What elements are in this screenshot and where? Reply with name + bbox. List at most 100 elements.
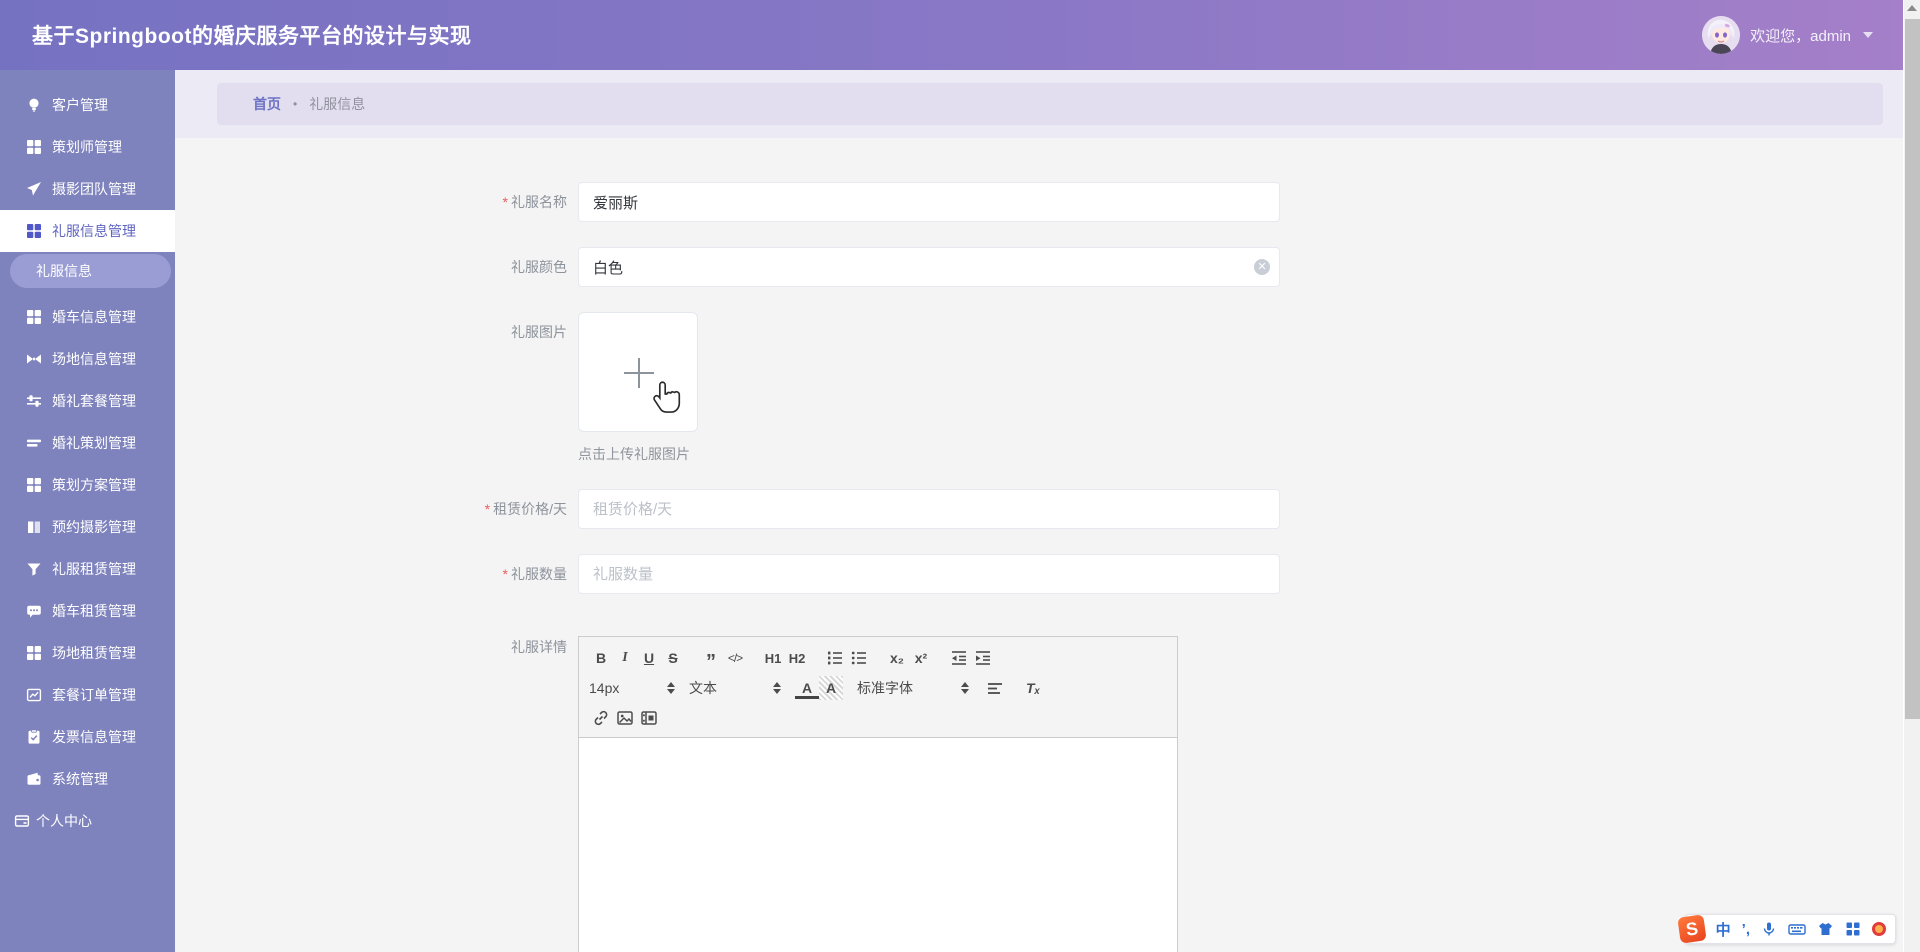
breadcrumb-current: 礼服信息 [309,96,366,112]
italic-button[interactable]: I [613,646,637,670]
form-row-dress-image: 礼服图片 点击上传礼服图片 [175,312,1903,464]
welcome-text: 欢迎您，admin [1750,27,1851,45]
dress-name-input[interactable] [578,182,1280,222]
editor-content-area[interactable] [579,738,1177,952]
sidebar-item-label: 婚礼套餐管理 [52,393,136,409]
clear-format-button[interactable]: Tₓ [1021,676,1045,700]
code-block-button[interactable]: </> [723,646,747,670]
subscript-button[interactable]: x₂ [885,646,909,670]
sliders-icon [26,393,42,409]
list-lines-icon [26,435,42,451]
sidebar-item-wedding-car-info-mgmt[interactable]: 婚车信息管理 [0,296,175,338]
sidebar-item-label: 策划师管理 [52,139,122,155]
scrollbar-up-arrow-icon[interactable] [1907,5,1917,11]
keyboard-icon[interactable] [1788,921,1806,937]
sidebar-item-label: 套餐订单管理 [52,687,136,703]
form-row-dress-quantity: * 礼服数量 [175,554,1903,594]
sidebar-item-label: 婚礼策划管理 [52,435,136,451]
ordered-list-button[interactable] [823,646,847,670]
field-label: 礼服详情 [511,639,567,655]
ime-punctuation-button[interactable]: ’, [1742,921,1750,938]
font-family-picker[interactable]: 标准字体 [857,676,969,700]
align-button[interactable] [983,676,1007,700]
form-row-rental-price: * 租赁价格/天 [175,489,1903,529]
sidebar-item-invoice-info-mgmt[interactable]: 发票信息管理 [0,716,175,758]
sidebar-item-customer-mgmt[interactable]: 客户管理 [0,84,175,126]
font-size-picker[interactable]: 14px [589,676,675,700]
sidebar-item-system-mgmt[interactable]: 系统管理 [0,758,175,800]
ime-settings-icon[interactable] [1872,922,1886,936]
clear-input-icon[interactable]: ✕ [1254,259,1270,275]
sidebar-item-planning-scheme-mgmt[interactable]: 策划方案管理 [0,464,175,506]
sidebar-subitem-dress-info[interactable]: 礼服信息 [10,254,171,288]
window-scrollbar[interactable] [1903,0,1920,952]
sidebar-item-dress-rental-mgmt[interactable]: 礼服租赁管理 [0,548,175,590]
bulb-icon [26,97,42,113]
font-color-button[interactable]: A [795,679,819,699]
strikethrough-button[interactable]: S [661,646,685,670]
grid-icon [26,645,42,661]
header2-button[interactable]: H2 [785,646,809,670]
clipboard-icon [26,729,42,745]
sidebar-item-dress-info-mgmt[interactable]: 礼服信息管理 [0,210,175,252]
field-label: * 礼服数量 [502,566,567,582]
app-header: 基于Springboot的婚庆服务平台的设计与实现 欢迎您，admin [0,0,1903,70]
book-icon [26,519,42,535]
sidebar-item-venue-rental-mgmt[interactable]: 场地租赁管理 [0,632,175,674]
sidebar-item-wedding-package-mgmt[interactable]: 婚礼套餐管理 [0,380,175,422]
sidebar-subitem-label: 礼服信息 [36,263,92,279]
ime-chinese-mode-button[interactable]: 中 [1716,919,1731,940]
sidebar-item-label: 发票信息管理 [52,729,136,745]
breadcrumb-home-link[interactable]: 首页 [253,94,281,114]
sidebar-item-planner-mgmt[interactable]: 策划师管理 [0,126,175,168]
user-menu[interactable]: 欢迎您，admin [1702,16,1873,54]
header1-button[interactable]: H1 [761,646,785,670]
insert-link-button[interactable] [589,706,613,730]
underline-button[interactable]: U [637,646,661,670]
outdent-button[interactable] [947,646,971,670]
dress-quantity-input[interactable] [578,554,1280,594]
funnel-icon [26,561,42,577]
required-mark: * [502,194,508,210]
rental-price-input[interactable] [578,489,1280,529]
microphone-icon[interactable] [1761,921,1777,937]
insert-image-button[interactable] [613,706,637,730]
form-row-dress-name: * 礼服名称 [175,182,1903,222]
breadcrumb-separator: • [293,97,298,111]
dress-info-form: *礼服名称 礼服颜色 ✕ 礼服图片 点击上传礼服图片 [175,138,1903,952]
bullet-list-button[interactable] [847,646,871,670]
picker-arrows-icon [961,682,969,694]
wallet-icon [26,771,42,787]
sidebar-item-wedding-planning-mgmt[interactable]: 婚礼策划管理 [0,422,175,464]
sidebar-item-photo-team-mgmt[interactable]: 摄影团队管理 [0,168,175,210]
sidebar-item-personal-center[interactable]: 个人中心 [0,800,175,842]
field-label: * 礼服名称 [502,194,567,210]
sidebar-item-label: 礼服信息管理 [52,223,136,239]
ime-logo-icon[interactable]: S [1676,914,1707,944]
chat-icon [26,603,42,619]
insert-video-button[interactable] [637,706,661,730]
indent-button[interactable] [971,646,995,670]
toolbox-grid-icon[interactable] [1845,921,1861,937]
grid-icon [26,477,42,493]
sidebar-item-venue-info-mgmt[interactable]: 场地信息管理 [0,338,175,380]
form-row-dress-detail: 礼服详情 B I U S ” </> H1 H2 x₂ x² 14px 文本 A… [175,636,1903,952]
rich-text-editor: B I U S ” </> H1 H2 x₂ x² 14px 文本 A A 标准… [578,636,1178,952]
sidebar-item-wedding-car-rental-mgmt[interactable]: 婚车租赁管理 [0,590,175,632]
sidebar-item-photo-booking-mgmt[interactable]: 预约摄影管理 [0,506,175,548]
sidebar-item-label: 礼服租赁管理 [52,561,136,577]
skin-tshirt-icon[interactable] [1817,921,1834,937]
image-upload-button[interactable] [578,312,698,432]
scrollbar-thumb[interactable] [1905,19,1920,719]
sidebar-item-package-order-mgmt[interactable]: 套餐订单管理 [0,674,175,716]
picker-arrows-icon [773,682,781,694]
background-color-button[interactable]: A [819,676,843,700]
app-title: 基于Springboot的婚庆服务平台的设计与实现 [32,25,472,48]
user-avatar[interactable] [1702,16,1741,54]
superscript-button[interactable]: x² [909,646,933,670]
blockquote-button[interactable]: ” [699,646,723,672]
dress-color-input[interactable] [578,247,1280,287]
grid-icon [26,139,42,155]
text-style-picker[interactable]: 文本 [689,676,781,700]
bold-button[interactable]: B [589,646,613,670]
